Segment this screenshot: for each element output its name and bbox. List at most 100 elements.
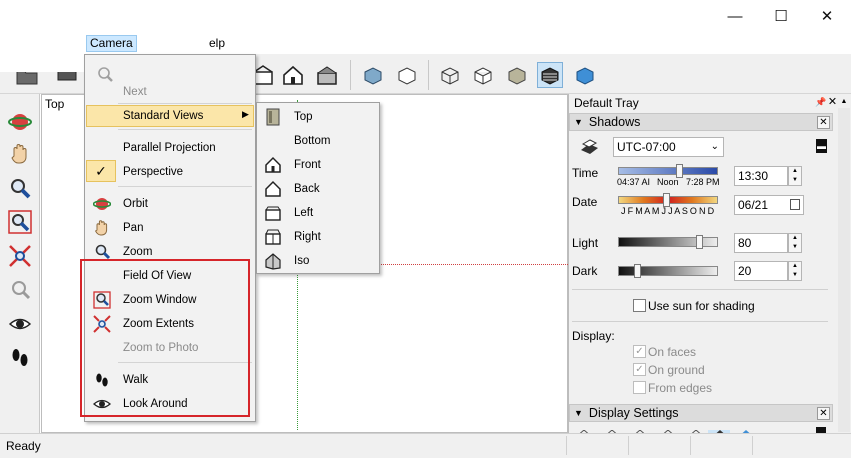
shadows-panel-header[interactable]: ▼ Shadows (569, 113, 833, 131)
date-input[interactable]: 06/21 (734, 195, 804, 215)
dark-slider-thumb[interactable] (634, 264, 641, 278)
dark-input[interactable]: 20 (734, 261, 788, 281)
time-slider-thumb[interactable] (676, 164, 683, 178)
view-right[interactable]: Right (258, 225, 378, 249)
timezone-select[interactable]: UTC-07:00 ⌄ (613, 137, 724, 157)
scroll-up-icon[interactable]: ▲ (838, 96, 850, 108)
scene-tab-label[interactable]: Top (45, 97, 64, 111)
pin-icon[interactable]: 📌 (815, 97, 826, 108)
light-slider[interactable] (618, 237, 718, 247)
menu-item-standard-views[interactable]: Standard Views (86, 105, 254, 127)
view-house-icon[interactable] (280, 62, 306, 88)
zoom-window-tool-icon[interactable] (6, 208, 34, 236)
view-top[interactable]: Top (258, 105, 378, 129)
wireframe-style-icon[interactable] (437, 62, 463, 88)
status-cell (566, 436, 567, 455)
status-cell (628, 436, 629, 455)
use-sun-label: Use sun for shading (648, 299, 755, 313)
view-label: Top (294, 111, 313, 123)
monochrome-style-icon[interactable] (572, 62, 598, 88)
orbit-tool-icon[interactable] (6, 108, 34, 136)
calendar-icon[interactable] (790, 199, 800, 210)
light-label: Light (572, 236, 599, 250)
view-right-icon (258, 228, 288, 246)
menu-camera[interactable]: Camera (86, 35, 137, 52)
dark-label: Dark (572, 264, 598, 278)
view-back-icon[interactable] (314, 62, 340, 88)
orbit-icon (86, 193, 118, 215)
view-bottom[interactable]: Bottom (258, 129, 378, 153)
pan-tool-icon[interactable] (6, 140, 34, 168)
date-slider-thumb[interactable] (663, 193, 670, 207)
shaded-texture-style-icon[interactable] (537, 62, 563, 88)
light-spinner[interactable]: ▲ ▼ (788, 233, 802, 253)
minimize-button[interactable]: — (712, 0, 758, 32)
view-left-icon (258, 204, 288, 222)
menu-item-label: Zoom (123, 246, 153, 258)
time-start: 04:37 AI (617, 177, 651, 187)
menu-item-parallel-projection[interactable]: Parallel Projection (86, 137, 254, 159)
shadows-close-icon[interactable]: ✕ (817, 116, 830, 129)
dark-slider[interactable] (618, 266, 718, 276)
menu-separator (118, 129, 252, 130)
time-spinner[interactable]: ▲ ▼ (788, 166, 802, 186)
divider (572, 321, 828, 322)
status-cell (752, 436, 753, 455)
time-slider[interactable] (618, 167, 718, 175)
menu-item-label: Parallel Projection (123, 142, 216, 154)
previous-view-icon[interactable] (6, 276, 34, 304)
dark-spinner[interactable]: ▲ ▼ (788, 261, 802, 281)
shadow-toggle-icon[interactable] (578, 138, 600, 159)
view-label: Left (294, 207, 314, 219)
view-label: Front (294, 159, 321, 171)
view-iso-icon (258, 252, 288, 270)
hidden-line-style-icon[interactable] (470, 62, 496, 88)
menu-item-next[interactable]: Next (86, 81, 254, 103)
date-label: Date (572, 195, 598, 209)
view-back[interactable]: Back (258, 177, 378, 201)
time-noon: Noon (657, 177, 679, 187)
highlight-annotation-box (80, 259, 250, 417)
time-end: 7:28 PM (686, 177, 720, 187)
view-top-icon (258, 108, 288, 126)
zoom-extents-tool-icon[interactable] (6, 242, 34, 270)
look-around-tool-icon[interactable] (6, 310, 34, 338)
on-ground-checkbox[interactable]: ✓ (633, 363, 646, 376)
light-slider-thumb[interactable] (696, 235, 703, 249)
menu-item-label: Perspective (123, 166, 184, 178)
on-faces-checkbox[interactable]: ✓ (633, 345, 646, 358)
zoom-tool-icon[interactable] (6, 174, 34, 202)
display-settings-panel-header[interactable]: ▼ Display Settings (569, 404, 833, 422)
display-style-icons-row[interactable] (574, 426, 794, 433)
time-input[interactable]: 13:30 (734, 166, 788, 186)
view-front[interactable]: Front (258, 153, 378, 177)
view-label: Right (294, 231, 321, 243)
date-value: 06/21 (738, 198, 769, 212)
menu-item-perspective[interactable]: Perspective (86, 161, 254, 183)
xray-style-icon[interactable] (360, 62, 386, 88)
from-edges-checkbox[interactable] (633, 381, 646, 394)
pan-icon (86, 217, 118, 239)
menu-help[interactable]: elp (206, 35, 228, 52)
menu-item-orbit[interactable]: Orbit (86, 193, 254, 215)
view-left[interactable]: Left (258, 201, 378, 225)
menu-item-pan[interactable]: Pan (86, 217, 254, 239)
menu-item-label: Pan (123, 222, 144, 234)
walk-tool-icon[interactable] (6, 344, 34, 372)
details-toggle-icon[interactable]: ▬ (816, 139, 827, 153)
tray-scrollbar[interactable] (838, 96, 850, 432)
close-button[interactable]: ✕ (804, 0, 850, 32)
panel-title: Shadows (588, 115, 641, 129)
maximize-button[interactable]: ☐ (758, 0, 804, 32)
view-front-house-icon (258, 156, 288, 174)
view-back-house-icon (258, 180, 288, 198)
light-input[interactable]: 80 (734, 233, 788, 253)
view-iso[interactable]: Iso (258, 249, 378, 273)
shaded-style-icon[interactable] (504, 62, 530, 88)
view-label: Bottom (294, 135, 331, 147)
display-settings-close-icon[interactable]: ✕ (817, 407, 830, 420)
on-faces-label: On faces (648, 345, 697, 359)
back-edges-style-icon[interactable] (394, 62, 420, 88)
use-sun-checkbox[interactable] (633, 299, 646, 312)
collapse-icon: ▼ (574, 408, 583, 418)
